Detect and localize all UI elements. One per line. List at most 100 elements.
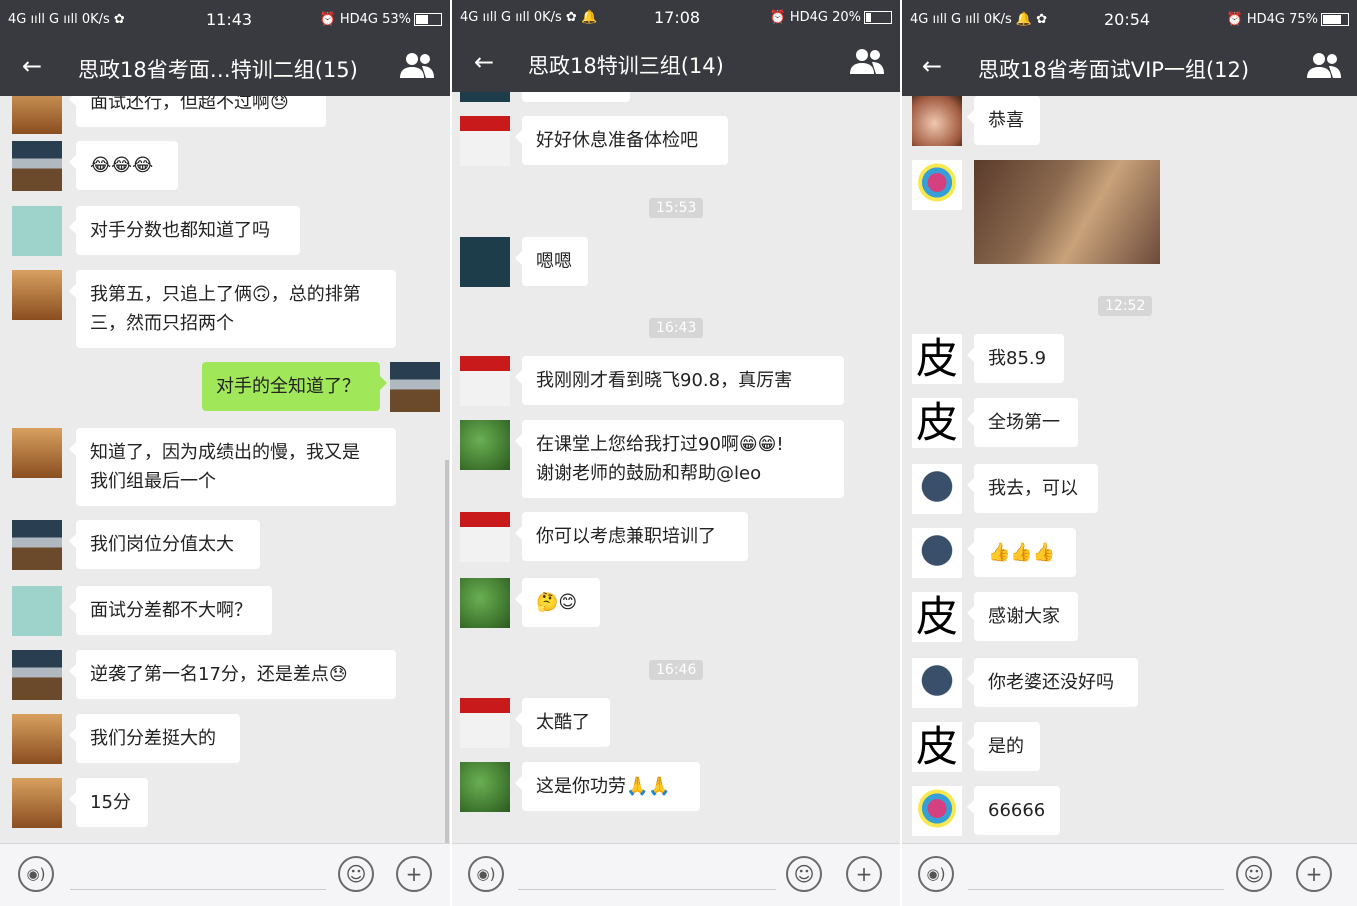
- group-members-icon[interactable]: [1305, 50, 1345, 80]
- emoji-icon[interactable]: ☺: [786, 856, 822, 892]
- avatar[interactable]: [460, 578, 510, 628]
- chat-title: 思政18特训三组(14): [528, 54, 724, 78]
- message-input[interactable]: [518, 889, 776, 890]
- message-bubble[interactable]: 你可以考虑兼职培训了: [515, 512, 748, 561]
- avatar[interactable]: [460, 237, 510, 287]
- input-bar: ◉) ☺ +: [902, 843, 1357, 906]
- status-right: ⏰ HD4G 53%: [320, 12, 442, 27]
- message-list[interactable]: 恭喜 12:52 皮 我85.9 皮 全场第一 我去，可以 👍👍👍 皮 感谢大家: [902, 96, 1357, 844]
- group-members-icon[interactable]: [848, 46, 888, 76]
- message-bubble[interactable]: 👍👍👍: [967, 528, 1076, 577]
- back-arrow-icon[interactable]: ←: [22, 52, 42, 80]
- message-bubble[interactable]: 逆袭了第一名17分，还是差点😓: [69, 650, 396, 699]
- avatar[interactable]: [460, 116, 510, 166]
- avatar[interactable]: [460, 698, 510, 748]
- scrollbar[interactable]: [445, 460, 449, 844]
- message-bubble[interactable]: 🤔😊: [515, 578, 600, 627]
- message-bubble[interactable]: 面试还行，但超不过啊😓: [69, 96, 326, 127]
- avatar[interactable]: [12, 96, 62, 134]
- avatar[interactable]: [12, 141, 62, 191]
- message-bubble[interactable]: 这是你功劳🙏🙏: [515, 762, 700, 811]
- avatar[interactable]: [912, 786, 962, 836]
- message-bubble[interactable]: 你老婆还没好吗: [967, 658, 1138, 707]
- message-list[interactable]: 面试还行，但超不过啊😓 😂😂😂 对手分数也都知道了吗 我第五，只追上了俩🙃，总的…: [0, 96, 450, 844]
- avatar[interactable]: [460, 356, 510, 406]
- message-bubble[interactable]: 恭喜: [967, 96, 1040, 145]
- message-bubble[interactable]: 好好休息准备体检吧: [515, 116, 728, 165]
- avatar[interactable]: [912, 464, 962, 514]
- message-bubble[interactable]: 15分: [69, 778, 148, 827]
- image-message[interactable]: [974, 160, 1160, 264]
- plus-icon[interactable]: +: [396, 856, 432, 892]
- avatar[interactable]: [460, 762, 510, 812]
- group-members-icon[interactable]: [398, 50, 438, 80]
- avatar[interactable]: 皮: [912, 592, 962, 642]
- avatar[interactable]: [12, 428, 62, 478]
- chat-panel-1: 4G ııll G ııll 0K/s ✿ 11:43 ⏰ HD4G 53% ←…: [0, 0, 450, 906]
- message-bubble[interactable]: 知道了，因为成绩出的慢，我又是 我们组最后一个: [69, 428, 396, 506]
- status-time: 11:43: [206, 10, 253, 29]
- plus-icon[interactable]: +: [846, 856, 882, 892]
- avatar[interactable]: [912, 528, 962, 578]
- message-bubble[interactable]: 太酷了: [515, 698, 610, 747]
- input-bar: ◉) ☺ +: [452, 843, 900, 906]
- message-input[interactable]: [968, 889, 1224, 890]
- avatar[interactable]: [912, 160, 962, 210]
- avatar[interactable]: [12, 520, 62, 570]
- avatar[interactable]: 皮: [912, 334, 962, 384]
- avatar[interactable]: [460, 512, 510, 562]
- message-bubble[interactable]: 66666: [967, 786, 1060, 835]
- emoji-icon[interactable]: ☺: [338, 856, 374, 892]
- emoji-icon[interactable]: ☺: [1236, 856, 1272, 892]
- avatar[interactable]: [460, 420, 510, 470]
- avatar[interactable]: [912, 658, 962, 708]
- avatar[interactable]: [912, 96, 962, 146]
- back-arrow-icon[interactable]: ←: [922, 52, 942, 80]
- plus-icon[interactable]: +: [1296, 856, 1332, 892]
- title-bar: ← 思政18省考面试VIP一组(12): [902, 38, 1357, 96]
- message-list[interactable]: 好好休息准备体检吧 15:53 嗯嗯 16:43 我刚刚才看到晓飞90.8，真厉…: [452, 92, 900, 844]
- avatar[interactable]: 皮: [912, 398, 962, 448]
- message-bubble-outgoing[interactable]: 对手的全知道了？: [202, 362, 387, 411]
- chat-panel-2: 4G ııll G ııll 0K/s ✿ 🔔 17:08 ⏰ HD4G 20%…: [452, 0, 900, 906]
- avatar[interactable]: [460, 92, 510, 102]
- message-bubble[interactable]: 嗯嗯: [515, 237, 588, 286]
- back-arrow-icon[interactable]: ←: [474, 48, 494, 76]
- avatar[interactable]: [390, 362, 440, 412]
- message-bubble[interactable]: 在课堂上您给我打过90啊😁😁! 谢谢老师的鼓励和帮助@leo: [515, 420, 844, 498]
- message-bubble[interactable]: 我刚刚才看到晓飞90.8，真厉害: [515, 356, 844, 405]
- message-bubble[interactable]: 是的: [967, 722, 1040, 771]
- avatar[interactable]: [12, 778, 62, 828]
- voice-icon[interactable]: ◉): [18, 856, 54, 892]
- chat-panel-3: 4G ııll G ııll 0K/s 🔔 ✿ 20:54 ⏰ HD4G 75%…: [902, 0, 1357, 906]
- title-bar: ← 思政18省考面…特训二组(15): [0, 38, 450, 96]
- message-bubble[interactable]: [522, 92, 630, 102]
- message-bubble[interactable]: 对手分数也都知道了吗: [69, 206, 300, 255]
- title-bar: ← 思政18特训三组(14): [452, 34, 900, 92]
- voice-icon[interactable]: ◉): [918, 856, 954, 892]
- input-bar: ◉) ☺ +: [0, 843, 450, 906]
- message-bubble[interactable]: 我去，可以: [967, 464, 1098, 513]
- avatar[interactable]: [12, 714, 62, 764]
- chat-title: 思政18省考面试VIP一组(12): [978, 58, 1250, 82]
- message-bubble[interactable]: 感谢大家: [967, 592, 1078, 641]
- message-bubble[interactable]: 全场第一: [967, 398, 1078, 447]
- message-bubble[interactable]: 我们岗位分值太大: [69, 520, 260, 569]
- avatar[interactable]: 皮: [912, 722, 962, 772]
- message-bubble[interactable]: 😂😂😂: [69, 141, 178, 190]
- avatar[interactable]: [12, 206, 62, 256]
- message-bubble[interactable]: 面试分差都不大啊？: [69, 586, 272, 635]
- message-bubble[interactable]: 我85.9: [967, 334, 1064, 383]
- timestamp: 16:43: [649, 318, 704, 338]
- status-time: 20:54: [1104, 10, 1151, 29]
- status-right: ⏰ HD4G 20%: [770, 10, 892, 25]
- status-bar: 4G ııll G ııll 0K/s 🔔 ✿ 20:54 ⏰ HD4G 75%: [902, 0, 1357, 38]
- message-input[interactable]: [70, 889, 326, 890]
- avatar[interactable]: [12, 270, 62, 320]
- status-time: 17:08: [654, 8, 701, 27]
- voice-icon[interactable]: ◉): [468, 856, 504, 892]
- avatar[interactable]: [12, 586, 62, 636]
- avatar[interactable]: [12, 650, 62, 700]
- message-bubble[interactable]: 我们分差挺大的: [69, 714, 240, 763]
- message-bubble[interactable]: 我第五，只追上了俩🙃，总的排第 三，然而只招两个: [69, 270, 396, 348]
